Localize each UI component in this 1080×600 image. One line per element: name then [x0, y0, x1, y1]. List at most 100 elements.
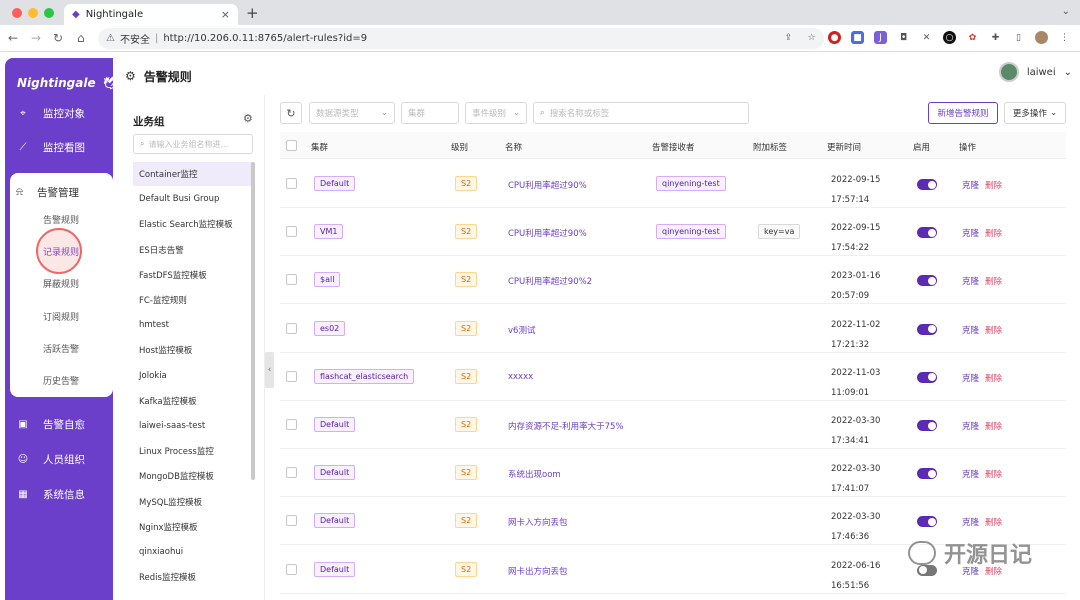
- row-checkbox[interactable]: [286, 322, 297, 334]
- delete-button[interactable]: 删除: [985, 275, 1002, 287]
- kebab-menu-icon[interactable]: ⋮: [1058, 31, 1071, 44]
- group-item[interactable]: FastDFS监控模板: [133, 263, 252, 287]
- group-item[interactable]: Container监控: [133, 162, 252, 186]
- camera-icon[interactable]: ◘: [897, 31, 910, 44]
- row-checkbox[interactable]: [286, 274, 297, 286]
- sidebar-item-system-info[interactable]: ▦ 系统信息: [5, 479, 113, 509]
- cluster-select[interactable]: 集群: [401, 102, 459, 124]
- sub-item-active-alerts[interactable]: 活跃告警: [43, 342, 79, 355]
- group-item[interactable]: Nginx监控模板: [133, 515, 252, 539]
- sidebar-item-alert-management[interactable]: ⍾ 告警管理: [16, 185, 79, 200]
- rule-search-input[interactable]: ⌕ 搜索名称或标签: [533, 102, 749, 124]
- x-extension-icon[interactable]: ✕: [920, 31, 933, 44]
- table-row[interactable]: Default S2 系统出现oom 2022-03-30 17:41:07 克隆 删除: [280, 449, 1066, 498]
- rule-name-link[interactable]: 内存资源不足-利用率大于75%: [508, 420, 623, 432]
- share-icon[interactable]: ⇪: [782, 31, 795, 44]
- delete-button[interactable]: 删除: [985, 324, 1002, 336]
- user-menu[interactable]: laiwei ⌄: [998, 62, 1072, 82]
- clone-button[interactable]: 克隆: [962, 227, 979, 239]
- group-item[interactable]: Linux Process监控: [133, 439, 252, 463]
- column-header-severity[interactable]: 级别: [451, 141, 468, 153]
- enabled-toggle[interactable]: [917, 227, 937, 239]
- group-item[interactable]: MySQL监控模板: [133, 490, 252, 514]
- table-row[interactable]: Default S2 内存资源不足-利用率大于75% 2022-03-30 17:34:…: [280, 401, 1066, 449]
- enabled-toggle[interactable]: [917, 275, 937, 287]
- app-logo[interactable]: Nightingale 🕊: [17, 76, 117, 90]
- severity-select[interactable]: 事件级别 ⌄: [465, 102, 527, 124]
- row-checkbox[interactable]: [286, 370, 297, 382]
- group-item[interactable]: MongoDB监控模板: [133, 464, 252, 488]
- group-item[interactable]: qinxiaohui: [133, 540, 252, 564]
- add-alert-rule-button[interactable]: 新增告警规则: [928, 102, 998, 124]
- sub-item-alert-history[interactable]: 历史告警: [43, 374, 79, 387]
- avatar[interactable]: [998, 62, 1019, 82]
- group-item[interactable]: Kafka监控模板: [133, 389, 252, 413]
- enabled-toggle[interactable]: [917, 468, 937, 480]
- row-checkbox[interactable]: [286, 178, 297, 189]
- enabled-toggle[interactable]: [917, 179, 937, 190]
- clone-button[interactable]: 克隆: [962, 324, 979, 336]
- enabled-toggle[interactable]: [917, 371, 937, 383]
- sidebar-item-monitor-charts[interactable]: ⟋ 监控看图: [5, 132, 113, 162]
- clone-button[interactable]: 克隆: [962, 516, 979, 528]
- enabled-toggle[interactable]: [917, 420, 937, 431]
- column-header-receivers[interactable]: 告警接收者: [652, 141, 695, 153]
- group-item[interactable]: Jolokia: [133, 364, 252, 388]
- row-checkbox[interactable]: [286, 563, 297, 575]
- rule-name-link[interactable]: xxxxx: [508, 372, 533, 382]
- delete-button[interactable]: 删除: [985, 420, 1002, 432]
- column-header-cluster[interactable]: 集群: [311, 141, 328, 153]
- delete-button[interactable]: 删除: [985, 372, 1002, 384]
- row-checkbox[interactable]: [286, 419, 297, 430]
- table-row[interactable]: es02 S2 v6测试 2022-11-02 17:21:32 克隆 删除: [280, 305, 1066, 353]
- table-row[interactable]: VM1 S2 CPU利用率超过90% qinyening-test key=va 2022…: [280, 208, 1066, 257]
- group-item[interactable]: Elastic Search监控模板: [133, 212, 252, 236]
- rule-name-link[interactable]: CPU利用率超过90%: [508, 227, 587, 239]
- zoom-window-button[interactable]: [44, 8, 54, 18]
- sidebar-item-monitor-objects[interactable]: ⌖ 监控对象: [5, 98, 113, 128]
- rule-name-link[interactable]: 网卡入方向丢包: [508, 516, 568, 528]
- tab-search-chevron-icon[interactable]: ⌄: [1062, 6, 1070, 17]
- column-header-name[interactable]: 名称: [505, 141, 522, 153]
- back-arrow-icon[interactable]: ←: [8, 31, 18, 45]
- delete-button[interactable]: 删除: [985, 179, 1002, 191]
- delete-button[interactable]: 删除: [985, 516, 1002, 528]
- rule-name-link[interactable]: CPU利用率超过90%: [508, 179, 587, 191]
- extension-blue-icon[interactable]: ■: [851, 31, 864, 44]
- clone-button[interactable]: 克隆: [962, 179, 979, 191]
- url-field[interactable]: ⚠ 不安全 | http://10.206.0.11:8765/alert-ru…: [98, 28, 824, 49]
- row-checkbox[interactable]: [286, 515, 297, 527]
- sidebar-item-self-healing[interactable]: ▣ 告警自愈: [5, 409, 113, 439]
- circle-extension-icon[interactable]: ○: [943, 31, 956, 44]
- group-search-input[interactable]: ⌕ 请输入业务组名称进...: [133, 134, 253, 154]
- delete-button[interactable]: 删除: [985, 227, 1002, 239]
- new-tab-button[interactable]: +: [246, 4, 259, 22]
- table-row[interactable]: $all S2 CPU利用率超过90%2 2023-01-16 20:57:09 克隆 删除: [280, 256, 1066, 305]
- extension-jh-icon[interactable]: J: [874, 31, 887, 44]
- sidebar-item-users[interactable]: ☺ 人员组织: [5, 444, 113, 474]
- rule-name-link[interactable]: CPU利用率超过90%2: [508, 275, 592, 287]
- home-icon[interactable]: ⌂: [77, 31, 85, 45]
- rule-name-link[interactable]: v6测试: [508, 324, 535, 336]
- sub-item-subscribe-rules[interactable]: 订阅规则: [43, 310, 79, 323]
- group-list-scrollbar[interactable]: [251, 162, 255, 480]
- enabled-toggle[interactable]: [917, 516, 937, 528]
- group-item[interactable]: FC-监控规则: [133, 288, 252, 312]
- clone-button[interactable]: 克隆: [962, 275, 979, 287]
- column-header-update-time[interactable]: 更新时间: [827, 141, 861, 153]
- browser-tab[interactable]: ◆ Nightingale ×: [64, 4, 238, 25]
- collapse-panel-handle[interactable]: ‹: [265, 352, 274, 388]
- close-window-button[interactable]: [12, 8, 22, 18]
- red-extension-icon[interactable]: ✿: [966, 31, 979, 44]
- select-all-checkbox[interactable]: [286, 140, 297, 151]
- sub-item-alert-rules[interactable]: 告警规则: [43, 213, 79, 226]
- sub-item-mute-rules[interactable]: 屏蔽规则: [43, 277, 79, 290]
- group-item[interactable]: Default Busi Group: [133, 187, 252, 211]
- extension-red-icon[interactable]: ●: [828, 31, 841, 44]
- table-row[interactable]: flashcat_elasticsearch S2 xxxxx 2022-11-03 1…: [280, 353, 1066, 401]
- row-checkbox[interactable]: [286, 467, 297, 479]
- column-header-tags[interactable]: 附加标签: [753, 141, 787, 153]
- row-checkbox[interactable]: [286, 226, 297, 238]
- close-tab-icon[interactable]: ×: [221, 8, 230, 21]
- star-icon[interactable]: ☆: [805, 31, 818, 44]
